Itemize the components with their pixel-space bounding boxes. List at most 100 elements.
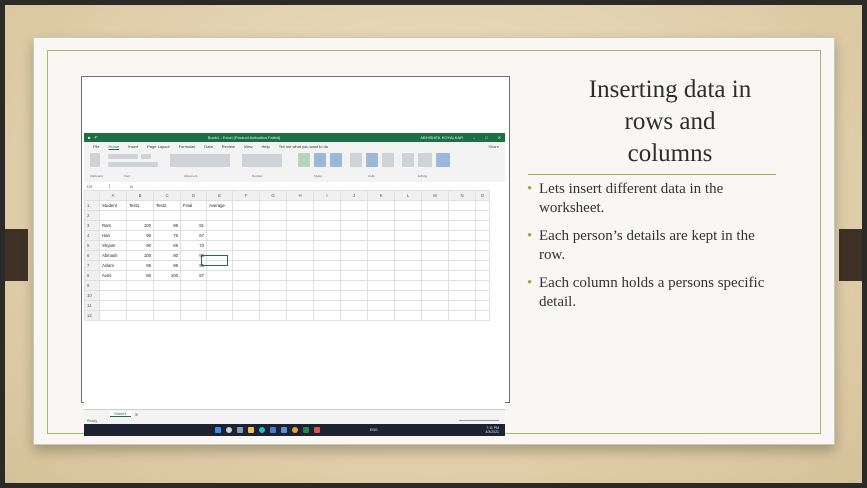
worksheet-cell[interactable] [421,240,449,251]
worksheet-cell[interactable] [367,310,395,321]
worksheet-cell[interactable] [259,250,287,261]
worksheet-cell[interactable] [367,280,395,291]
worksheet-cell[interactable] [206,270,233,281]
worksheet-cell[interactable]: Shyam [99,240,127,251]
worksheet-cell[interactable] [99,310,127,321]
select-all-corner[interactable] [84,190,100,201]
store-icon[interactable] [269,427,276,433]
worksheet-cell[interactable] [232,240,260,251]
font-size-box[interactable] [141,154,151,159]
close-icon[interactable]: ✕ [498,135,501,140]
worksheet-cell[interactable] [448,200,476,211]
tab-insert[interactable]: Insert [128,144,138,149]
edge-icon[interactable] [258,427,265,433]
worksheet-cell[interactable] [340,270,368,281]
worksheet-cell[interactable] [259,280,287,291]
worksheet-cell[interactable]: Test2 [153,200,181,211]
worksheet-cell[interactable] [421,220,449,231]
worksheet-cell[interactable] [448,280,476,291]
worksheet-cell[interactable] [475,270,490,281]
worksheet-cell[interactable]: 87 [180,270,207,281]
worksheet-cell[interactable] [394,300,422,311]
taskbar-clock[interactable]: 7:11 PM 4/3/2021 [485,426,499,434]
save-icon[interactable]: ■ [88,135,90,140]
worksheet-cell[interactable] [340,290,368,301]
worksheet-cell[interactable]: 80 [153,250,181,261]
tab-file[interactable]: File [93,144,99,149]
worksheet-grid[interactable]: A B C D E F G H I J K L M N O 1 Student Te… [84,190,505,409]
worksheet-cell[interactable] [259,230,287,241]
worksheet-cell[interactable] [367,210,395,221]
conditional-formatting-button[interactable] [298,153,310,167]
worksheet-cell[interactable] [259,300,287,311]
worksheet-cell[interactable] [286,220,314,231]
worksheet-cell[interactable] [421,260,449,271]
worksheet-cell[interactable] [421,250,449,261]
worksheet-cell[interactable]: 73 [180,240,207,251]
row-header[interactable]: 10 [84,290,100,301]
worksheet-cell[interactable] [313,240,341,251]
worksheet-cell[interactable] [313,290,341,301]
worksheet-cell[interactable] [340,240,368,251]
worksheet-cell[interactable]: Test1 [126,200,154,211]
worksheet-cell[interactable] [340,260,368,271]
number-format-box[interactable] [242,154,282,167]
worksheet-cell[interactable] [313,270,341,281]
undo-icon[interactable]: ↶ [94,135,97,140]
worksheet-cell[interactable] [448,290,476,301]
worksheet-cell[interactable] [313,230,341,241]
format-cells-button[interactable] [382,153,394,167]
worksheet-cell[interactable] [475,240,490,251]
row-header[interactable]: 11 [84,300,100,311]
worksheet-cell[interactable] [475,280,490,291]
column-header[interactable]: H [286,190,314,201]
worksheet-cell[interactable] [394,230,422,241]
worksheet-cell[interactable] [232,200,260,211]
worksheet-cell[interactable] [259,270,287,281]
worksheet-cell[interactable] [394,240,422,251]
worksheet-cell[interactable]: Hari [99,230,127,241]
row-header[interactable]: 3 [84,220,100,231]
worksheet-cell[interactable] [394,260,422,271]
row-header[interactable]: 6 [84,250,100,261]
font-name-box[interactable] [108,154,138,159]
font-format-buttons[interactable] [108,162,158,167]
worksheet-cell[interactable] [448,230,476,241]
column-header[interactable]: D [180,190,207,201]
tab-data[interactable]: Data [204,144,212,149]
worksheet-cell[interactable] [367,270,395,281]
worksheet-cell[interactable] [421,210,449,221]
worksheet-cell[interactable] [126,280,154,291]
worksheet-cell[interactable] [126,210,154,221]
worksheet-cell[interactable] [206,220,233,231]
worksheet-cell[interactable] [206,290,233,301]
worksheet-cell[interactable]: Aslam [99,260,127,271]
worksheet-cell[interactable] [475,210,490,221]
worksheet-cell[interactable]: 80 [126,270,154,281]
worksheet-cell[interactable] [259,310,287,321]
worksheet-cell[interactable] [367,250,395,261]
photos-icon[interactable] [313,427,320,433]
worksheet-cell[interactable] [259,200,287,211]
worksheet-cell[interactable] [448,240,476,251]
worksheet-cell[interactable] [206,310,233,321]
worksheet-cell[interactable] [340,220,368,231]
worksheet-cell[interactable] [394,200,422,211]
worksheet-cell[interactable] [394,310,422,321]
worksheet-cell[interactable] [232,300,260,311]
worksheet-cell[interactable] [475,230,490,241]
worksheet-cell[interactable] [232,260,260,271]
tab-review[interactable]: Review [222,144,235,149]
worksheet-cell[interactable] [286,210,314,221]
worksheet-cell[interactable] [286,310,314,321]
worksheet-cell[interactable] [180,290,207,301]
column-header[interactable]: A [99,190,127,201]
worksheet-cell[interactable] [259,210,287,221]
worksheet-cell[interactable] [313,220,341,231]
worksheet-cell[interactable]: 90 [126,230,154,241]
worksheet-cell[interactable] [421,300,449,311]
worksheet-cell[interactable] [394,280,422,291]
worksheet-cell[interactable] [313,300,341,311]
column-header[interactable]: O [475,190,490,201]
worksheet-cell[interactable] [394,210,422,221]
